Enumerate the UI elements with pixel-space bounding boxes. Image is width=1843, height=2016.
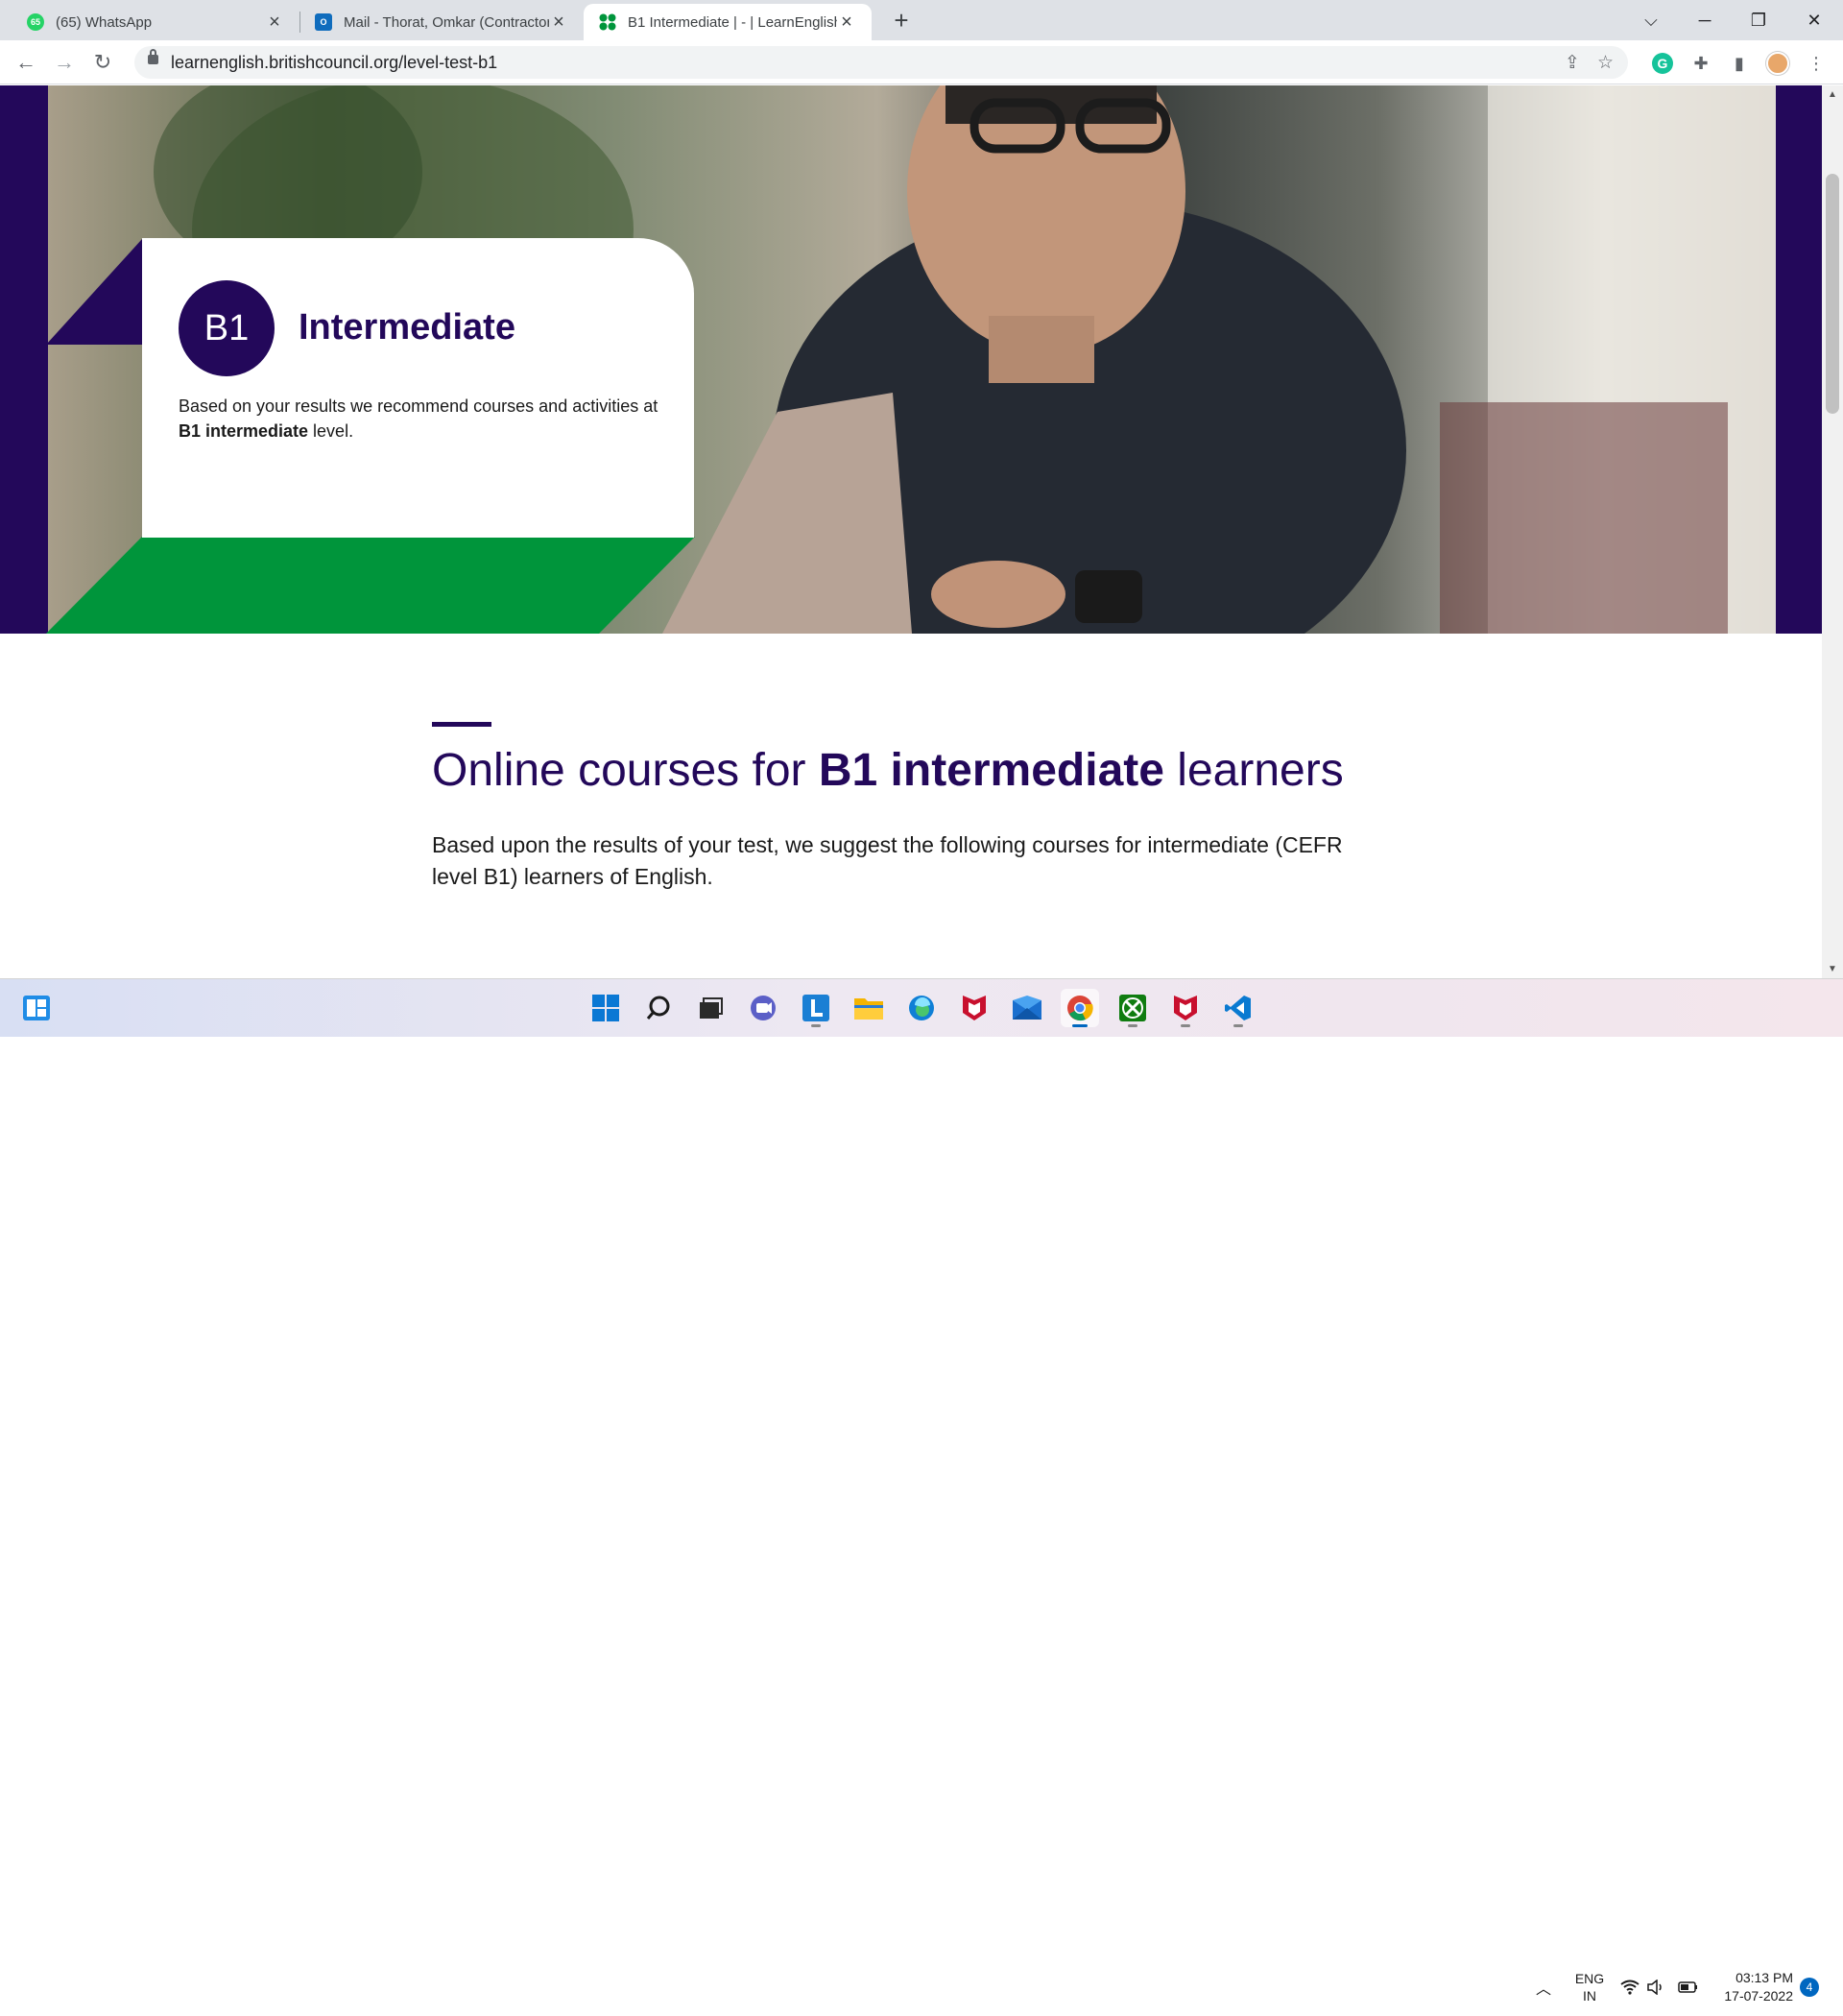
wifi-icon[interactable] xyxy=(1620,1957,1640,2016)
reload-icon[interactable]: ↻ xyxy=(88,48,117,77)
clock-date: 17-07-2022 xyxy=(1724,1987,1793,2004)
tab-search-chevron-icon[interactable]: ⌵ xyxy=(1624,0,1678,40)
british-council-icon xyxy=(599,13,616,31)
bookmark-star-icon[interactable]: ☆ xyxy=(1597,52,1614,74)
battery-icon[interactable] xyxy=(1678,1957,1699,2016)
mcafee-icon[interactable] xyxy=(1166,989,1205,1027)
mcafee-icon[interactable] xyxy=(955,989,993,1027)
menu-dots-icon[interactable]: ⋮ xyxy=(1805,52,1828,75)
profile-avatar[interactable] xyxy=(1766,52,1789,75)
tab-learnenglish[interactable]: B1 Intermediate | - | LearnEnglish × xyxy=(584,4,872,40)
scroll-up-icon[interactable]: ▲ xyxy=(1828,89,1837,100)
tab-title: Mail - Thorat, Omkar (Contractor xyxy=(344,13,549,31)
clock[interactable]: 03:13 PM 17-07-2022 xyxy=(1714,1957,1793,2016)
decorative-green-band xyxy=(46,537,695,634)
grammarly-icon[interactable]: G xyxy=(1651,52,1674,75)
section-body: Based upon the results of your test, we … xyxy=(432,832,1343,889)
edge-icon[interactable] xyxy=(902,989,941,1027)
running-indicator xyxy=(1128,1024,1137,1027)
vscode-icon[interactable] xyxy=(1219,989,1257,1027)
side-panel-icon[interactable]: ▮ xyxy=(1728,52,1751,75)
notification-count: 4 xyxy=(1800,1977,1819,1997)
minimize-icon[interactable]: ─ xyxy=(1678,0,1732,40)
notification-badge[interactable]: 4 xyxy=(1800,1957,1819,2016)
language-indicator[interactable]: ENG IN xyxy=(1570,1957,1609,2016)
windows-start-icon[interactable] xyxy=(586,989,625,1027)
url-text[interactable]: learnenglish.britishcouncil.org/level-te… xyxy=(171,53,497,73)
heading-part1: Online courses for xyxy=(432,745,819,796)
back-icon[interactable]: ← xyxy=(12,48,40,77)
browser-toolbar: ← → ↻ learnenglish.britishcouncil.org/le… xyxy=(0,40,1843,84)
extensions-puzzle-icon[interactable]: ✚ xyxy=(1689,52,1712,75)
page-scrollbar[interactable]: ▲ ▼ xyxy=(1822,85,1843,978)
chrome-icon[interactable] xyxy=(1061,989,1099,1027)
running-indicator xyxy=(811,1024,821,1027)
xbox-icon[interactable] xyxy=(1113,989,1152,1027)
search-icon[interactable] xyxy=(639,989,678,1027)
file-explorer-icon[interactable] xyxy=(850,989,888,1027)
heading-bold: B1 intermediate xyxy=(818,745,1164,796)
scrollbar-thumb[interactable] xyxy=(1826,174,1839,414)
clock-time: 03:13 PM xyxy=(1735,1969,1793,1985)
tray-overflow-chevron-icon[interactable]: ︿ xyxy=(1536,1957,1551,2016)
level-title: Intermediate xyxy=(299,307,515,348)
running-indicator xyxy=(1233,1024,1243,1027)
running-indicator xyxy=(1181,1024,1190,1027)
recommendation-level: B1 intermediate xyxy=(179,421,309,441)
close-tab-icon[interactable]: × xyxy=(549,12,568,34)
teams-chat-icon[interactable] xyxy=(744,989,782,1027)
outlook-icon: O xyxy=(315,13,332,31)
recommendation-text: Based on your results we recommend cours… xyxy=(179,394,673,444)
tab-title: (65) WhatsApp xyxy=(56,13,153,31)
hero-banner: B1 Intermediate Based on your results we… xyxy=(0,85,1822,634)
app-l-icon[interactable] xyxy=(797,989,835,1027)
region-code: IN xyxy=(1583,1987,1596,2004)
task-view-icon[interactable] xyxy=(691,989,730,1027)
section-heading: Online courses for B1 intermediate learn… xyxy=(432,744,1344,797)
tab-outlook[interactable]: O Mail - Thorat, Omkar (Contractor × xyxy=(299,4,584,40)
heading-accent-bar xyxy=(432,722,491,727)
language-code: ENG xyxy=(1574,1970,1605,1986)
recommendation-suffix: level. xyxy=(308,421,354,441)
close-window-icon[interactable]: ✕ xyxy=(1787,0,1841,40)
forward-icon[interactable]: → xyxy=(50,48,79,77)
address-bar[interactable]: learnenglish.britishcouncil.org/level-te… xyxy=(134,46,1628,79)
recommendation-prefix: Based on your results we recommend cours… xyxy=(179,396,658,416)
restore-icon[interactable]: ❐ xyxy=(1732,0,1785,40)
lock-icon[interactable] xyxy=(148,49,158,64)
close-tab-icon[interactable]: × xyxy=(837,12,856,34)
heading-part2: learners xyxy=(1163,745,1344,796)
whatsapp-icon: 65 xyxy=(27,13,44,31)
mail-icon[interactable] xyxy=(1008,989,1046,1027)
browser-tab-strip: 65 (65) WhatsApp × O Mail - Thorat, Omka… xyxy=(0,0,1843,40)
volume-icon[interactable] xyxy=(1647,1957,1666,2016)
running-indicator xyxy=(1072,1024,1088,1027)
result-card: B1 Intermediate Based on your results we… xyxy=(142,238,694,538)
tab-title: B1 Intermediate | - | LearnEnglish xyxy=(628,13,837,31)
scroll-down-icon[interactable]: ▼ xyxy=(1828,964,1837,974)
page-viewport: B1 Intermediate Based on your results we… xyxy=(0,85,1822,978)
tab-whatsapp[interactable]: 65 (65) WhatsApp × xyxy=(12,4,299,40)
widgets-icon[interactable] xyxy=(17,989,56,1027)
close-tab-icon[interactable]: × xyxy=(265,12,284,34)
level-badge: B1 xyxy=(179,280,275,376)
share-icon[interactable]: ⇪ xyxy=(1565,52,1580,74)
new-tab-icon[interactable]: + xyxy=(887,6,916,36)
windows-taskbar: ︿ ENG IN 03:13 PM 17-07-2022 4 xyxy=(0,978,1843,2004)
